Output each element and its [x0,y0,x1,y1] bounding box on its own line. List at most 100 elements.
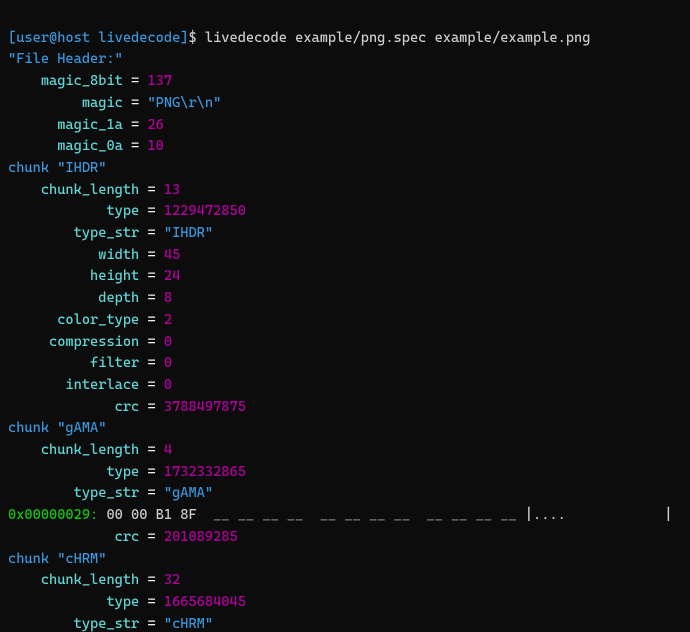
field-name: magic [8,95,123,111]
output-line: depth = 8 [8,288,682,310]
field-value: "cHRM" [164,616,213,632]
output-line: type = 1229472850 [8,201,682,223]
chunk-name: "gAMA" [57,420,106,436]
field-value: 0 [164,355,172,371]
field-value: 26 [147,117,163,133]
output-line: type_str = "gAMA" [8,483,682,505]
output-line: 0x00000029: 00 00 B1 8F __ __ __ __ __ _… [8,505,682,527]
field-name: chunk_length [8,442,139,458]
equals-sign: = [139,442,164,458]
field-name: chunk_length [8,572,139,588]
output-line: magic = "PNG\r\n" [8,93,682,115]
field-name: color_type [8,312,139,328]
prompt-user-host: [user@host livedecode] [8,30,188,46]
field-value: "IHDR" [164,225,213,241]
chunk-name: "cHRM" [57,551,106,567]
equals-sign: = [139,225,164,241]
field-name: crc [8,399,139,415]
field-name: type [8,203,139,219]
field-value: 45 [164,247,180,263]
output-line: crc = 3788497875 [8,397,682,419]
field-name: chunk_length [8,182,139,198]
field-name: width [8,247,139,263]
field-value: 2 [164,312,172,328]
output-line: crc = 201089285 [8,527,682,549]
field-value: 32 [164,572,180,588]
equals-sign: = [123,138,148,154]
field-name: height [8,268,139,284]
prompt-dollar: $ [188,30,196,46]
equals-sign: = [139,268,164,284]
output-line: chunk_length = 32 [8,570,682,592]
equals-sign: = [139,182,164,198]
equals-sign: = [139,529,164,545]
output-line: type_str = "cHRM" [8,614,682,632]
output-line: chunk_length = 4 [8,440,682,462]
section-header: "File Header:" [8,51,123,67]
output-line: magic_1a = 26 [8,115,682,137]
equals-sign: = [139,572,164,588]
output-line: type = 1665684045 [8,592,682,614]
output-line: filter = 0 [8,353,682,375]
equals-sign: = [139,203,164,219]
hex-address: 0x00000029: [8,507,98,523]
field-value: 1732332865 [164,464,246,480]
field-value: 0 [164,334,172,350]
output-line: chunk "IHDR" [8,158,682,180]
field-value: "PNG\r\n" [147,95,221,111]
equals-sign: = [139,464,164,480]
equals-sign: = [139,355,164,371]
field-name: filter [8,355,139,371]
field-value: 1665684045 [164,594,246,610]
equals-sign: = [139,616,164,632]
chunk-keyword: chunk [8,420,49,436]
equals-sign: = [139,485,164,501]
field-name: type [8,464,139,480]
equals-sign: = [139,247,164,263]
field-name: compression [8,334,139,350]
chunk-name: "IHDR" [57,160,106,176]
output-line: chunk_length = 13 [8,180,682,202]
field-value: 8 [164,290,172,306]
equals-sign: = [139,334,164,350]
field-value: 201089285 [164,529,238,545]
field-value: "gAMA" [164,485,213,501]
field-name: type_str [8,225,139,241]
field-value: 24 [164,268,180,284]
field-value: 4 [164,442,172,458]
field-value: 1229472850 [164,203,246,219]
field-value: 13 [164,182,180,198]
equals-sign: = [123,117,148,133]
hex-ascii: |.... | [525,507,673,523]
field-value: 0 [164,377,172,393]
field-name: type [8,594,139,610]
field-value: 3788497875 [164,399,246,415]
chunk-keyword: chunk [8,551,49,567]
field-name: crc [8,529,139,545]
output-line: color_type = 2 [8,310,682,332]
output-line: height = 24 [8,266,682,288]
equals-sign: = [139,290,164,306]
field-name: depth [8,290,139,306]
field-name: interlace [8,377,139,393]
terminal-output: [user@host livedecode]$ livedecode examp… [0,0,690,632]
field-name: magic_1a [8,117,123,133]
field-value: 10 [147,138,163,154]
equals-sign: = [139,399,164,415]
output-line: type_str = "IHDR" [8,223,682,245]
output-line: "File Header:" [8,49,682,71]
command-text: livedecode example/png.spec example/exam… [205,30,591,46]
field-name: magic_8bit [8,73,123,89]
chunk-keyword: chunk [8,160,49,176]
output-line: type = 1732332865 [8,462,682,484]
equals-sign: = [123,95,148,111]
field-name: type_str [8,485,139,501]
output-line: magic_0a = 10 [8,136,682,158]
equals-sign: = [139,594,164,610]
hex-bytes: 00 00 B1 8F __ __ __ __ __ __ __ __ __ _… [98,507,525,523]
output-body: "File Header:" magic_8bit = 137 magic = … [8,49,682,632]
field-value: 137 [147,73,172,89]
prompt-line[interactable]: [user@host livedecode]$ livedecode examp… [8,28,682,50]
output-line: chunk "gAMA" [8,418,682,440]
output-line: interlace = 0 [8,375,682,397]
